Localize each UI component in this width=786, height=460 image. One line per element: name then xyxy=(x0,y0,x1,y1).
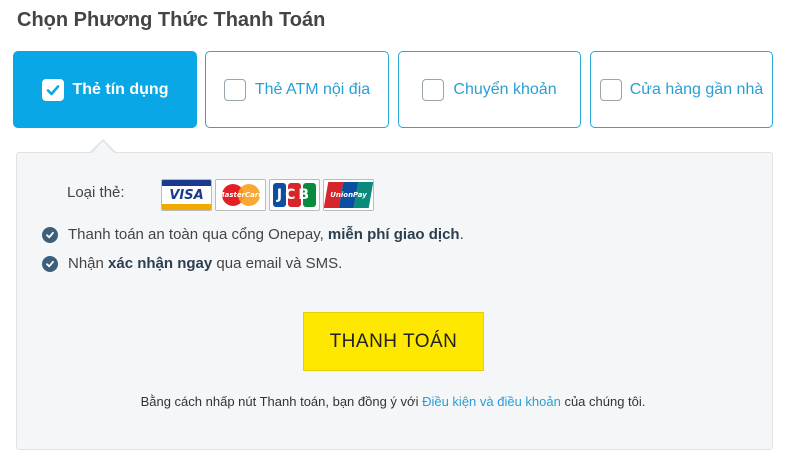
terms-notice: Bằng cách nhấp nút Thanh toán, bạn đồng … xyxy=(140,394,646,409)
tab-domestic-atm-label: Thẻ ATM nội địa xyxy=(254,80,371,98)
tab-nearby-store-label: Cửa hàng gần nhà xyxy=(629,80,764,98)
feature-text: Thanh toán an toàn qua cổng Onepay, miễn… xyxy=(68,226,464,243)
feature-instant-confirmation: Nhận xác nhận ngay qua email và SMS. xyxy=(42,255,342,272)
tab-domestic-atm[interactable]: Thẻ ATM nội địa xyxy=(205,51,389,128)
tab-bank-transfer[interactable]: Chuyển khoản xyxy=(398,51,581,128)
tab-nearby-store[interactable]: Cửa hàng gần nhà xyxy=(590,51,773,128)
check-circle-icon xyxy=(42,226,58,243)
tab-credit-card-label: Thẻ tín dụng xyxy=(72,80,169,98)
terms-link[interactable]: Điều kiện và điều khoản xyxy=(422,394,561,409)
feature-text: Nhận xác nhận ngay qua email và SMS. xyxy=(68,255,343,272)
tab-credit-card[interactable]: Thẻ tín dụng xyxy=(13,51,197,128)
visa-logo: VISA xyxy=(161,179,212,211)
checkbox-icon[interactable] xyxy=(422,78,445,101)
jcb-logo: JCB xyxy=(269,179,320,211)
feature-secure-payment: Thanh toán an toàn qua cổng Onepay, miễn… xyxy=(42,226,464,243)
tab-bank-transfer-label: Chuyển khoản xyxy=(453,80,557,98)
checkbox-checked-icon[interactable] xyxy=(41,78,64,101)
tab-pointer-fill xyxy=(92,141,114,153)
unionpay-logo: UnionPay xyxy=(323,179,374,211)
checkbox-icon[interactable] xyxy=(223,78,246,101)
card-type-label: Loại thẻ: xyxy=(67,184,125,201)
page-title: Chọn Phương Thức Thanh Toán xyxy=(17,9,326,31)
checkbox-icon[interactable] xyxy=(599,78,622,101)
check-circle-icon xyxy=(42,255,58,272)
pay-button[interactable]: THANH TOÁN xyxy=(303,312,484,371)
mastercard-logo: MasterCard xyxy=(215,179,266,211)
